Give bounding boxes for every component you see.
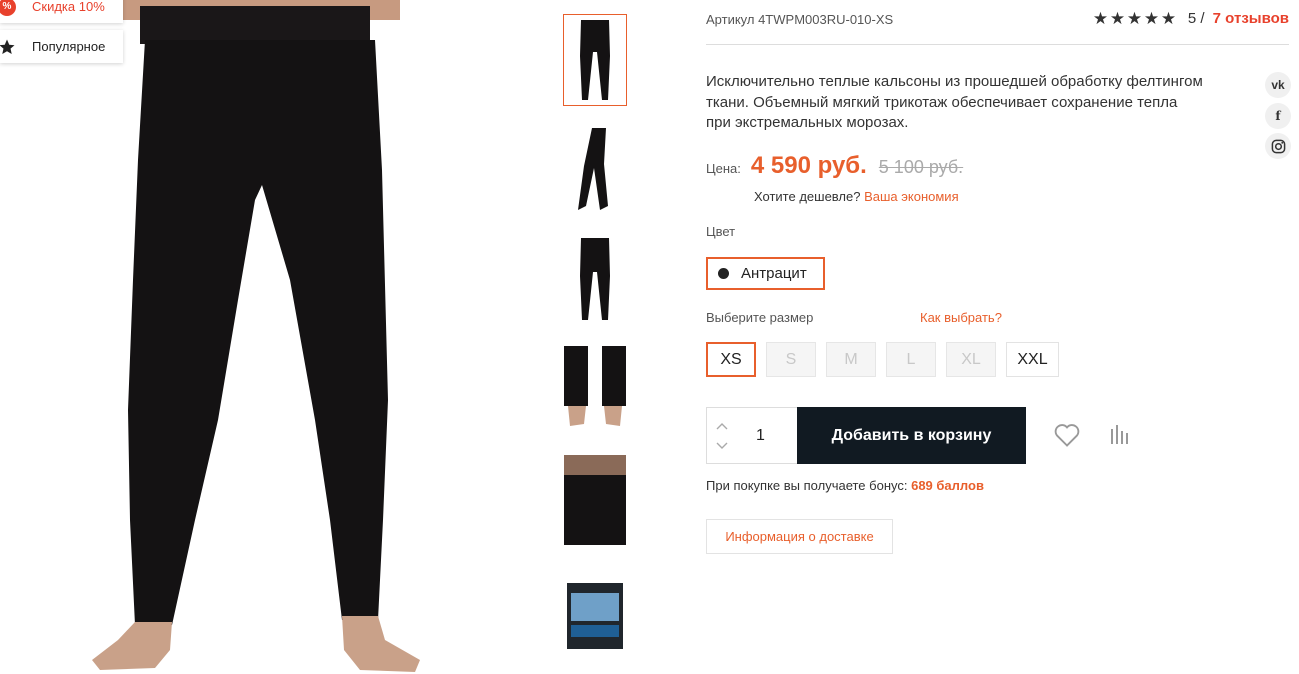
arrow-up-icon[interactable] (716, 422, 728, 430)
add-to-cart-button[interactable]: Добавить в корзину (797, 407, 1026, 464)
divider (706, 44, 1289, 45)
bonus-text: При покупке вы получаете бонус: (706, 478, 908, 493)
size-option-l[interactable]: L (886, 342, 936, 377)
size-option-xl[interactable]: XL (946, 342, 996, 377)
thumbnail-front[interactable] (563, 14, 627, 106)
color-swatch (718, 268, 729, 279)
compare-icon[interactable] (1110, 423, 1130, 445)
reviews-link[interactable]: 7 отзывов (1213, 10, 1289, 27)
product-sku: Артикул 4TWPM003RU-010-XS (706, 12, 894, 27)
color-name: Антрацит (741, 265, 807, 282)
size-option-m[interactable]: M (826, 342, 876, 377)
size-option-s[interactable]: S (766, 342, 816, 377)
delivery-info-button[interactable]: Информация о доставке (706, 519, 893, 554)
old-price: 5 100 руб. (878, 157, 964, 177)
price-label: Цена: (706, 161, 741, 176)
quantity-value[interactable]: 1 (756, 427, 765, 445)
star-icon (0, 38, 16, 56)
thumbnail-legs[interactable] (563, 344, 627, 436)
size-option-xs[interactable]: XS (706, 342, 756, 377)
price-row: Цена: 4 590 руб. 5 100 руб. (706, 152, 963, 180)
popular-badge-label: Популярное (32, 39, 106, 54)
size-selector: XS S M L XL XXL (706, 342, 1069, 377)
star-icon: ★ (1126, 8, 1143, 28)
popular-badge: Популярное (0, 30, 123, 63)
rating: ★ ★ ★ ★ ★ 5 / 7 отзывов (1092, 8, 1289, 28)
main-product-photo (92, 0, 420, 672)
rating-value: 5 (1187, 10, 1197, 27)
rating-stars: ★ ★ ★ ★ ★ (1092, 8, 1177, 28)
thumbnail-side[interactable] (563, 124, 627, 216)
product-description: Исключительно теплые кальсоны из прошедш… (706, 73, 1203, 131)
size-guide-link[interactable]: Как выбрать? (920, 310, 1002, 325)
bonus-value: 689 баллов (911, 478, 984, 493)
savings-link[interactable]: Ваша экономия (864, 189, 959, 204)
rating-separator: / (1196, 10, 1209, 27)
star-icon: ★ (1109, 8, 1126, 28)
quantity-stepper: 1 (706, 407, 797, 464)
star-icon: ★ (1143, 8, 1160, 28)
facebook-icon[interactable]: f (1265, 103, 1291, 129)
current-price: 4 590 руб. (750, 152, 867, 179)
thumbnail-waistband[interactable] (563, 454, 627, 546)
discount-badge: % Скидка 10% (0, 0, 123, 23)
thumbnail-back[interactable] (563, 234, 627, 326)
cheaper-offer: Хотите дешевле? Ваша экономия (754, 189, 959, 204)
color-label: Цвет (706, 224, 736, 239)
instagram-icon[interactable] (1265, 133, 1291, 159)
quantity-arrows (707, 422, 737, 450)
percent-icon: % (0, 0, 16, 16)
cheaper-question: Хотите дешевле? (754, 189, 861, 204)
discount-badge-label: Скидка 10% (32, 0, 105, 14)
bonus-info: При покупке вы получаете бонус: 689 балл… (706, 478, 984, 493)
size-option-xxl[interactable]: XXL (1006, 342, 1059, 377)
color-option-selected[interactable]: Антрацит (706, 257, 825, 290)
vk-icon[interactable]: vk (1265, 72, 1291, 98)
thumbnail-package[interactable] (563, 570, 627, 662)
size-label: Выберите размер (706, 310, 814, 325)
arrow-down-icon[interactable] (716, 442, 728, 450)
heart-icon[interactable] (1053, 421, 1081, 449)
star-icon: ★ (1160, 8, 1177, 28)
star-icon: ★ (1092, 8, 1109, 28)
